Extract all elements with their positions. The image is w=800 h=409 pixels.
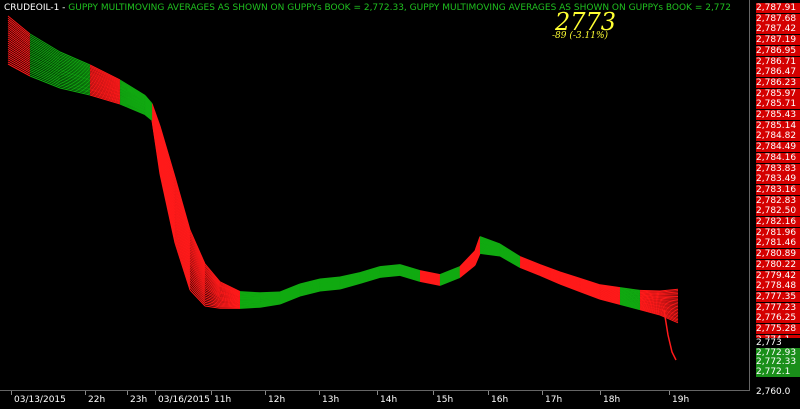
time-tick-mark [488, 391, 489, 395]
price-tick-label: 2,787.68 [756, 14, 800, 24]
chart-header: CRUDEOIL-1 - GUPPY MULTIMOVING AVERAGES … [4, 3, 731, 13]
time-tick-mark [265, 391, 266, 395]
price-tick-label: 2,786.47 [756, 67, 800, 77]
price-tick-label: 2,782.83 [756, 196, 800, 206]
price-tick-label: 2,780.89 [756, 249, 800, 259]
price-axis-bottom-label: 2,760.0 [756, 387, 790, 397]
time-tick-label: 11h [214, 395, 231, 405]
time-tick-mark [11, 391, 12, 395]
price-change-readout: -89 (-3.11%) [552, 31, 608, 41]
price-tick-label: 2,781.96 [756, 228, 800, 238]
guppy-ribbon-line [660, 294, 678, 295]
time-tick-mark [433, 391, 434, 395]
time-tick-label: 12h [268, 395, 285, 405]
price-tick-label: 2,783.16 [756, 185, 800, 195]
time-tick-label: 17h [545, 395, 562, 405]
time-tick-mark [669, 391, 670, 395]
time-tick-label: 15h [436, 395, 453, 405]
time-tick-label: 14h [380, 395, 397, 405]
price-tick-label: 2,782.16 [756, 217, 800, 227]
price-tick-label: 2,784.49 [756, 142, 800, 152]
price-tick-label: 2,785.14 [756, 121, 800, 131]
guppy-ribbon-plot [0, 0, 749, 390]
price-tick-label: 2,786.95 [756, 46, 800, 56]
price-tick-label: 2,779.42 [756, 271, 800, 281]
plot-area[interactable]: CRUDEOIL-1 - GUPPY MULTIMOVING AVERAGES … [0, 0, 750, 390]
time-tick-mark [155, 391, 156, 395]
price-tick-label: 2,784.16 [756, 153, 800, 163]
time-tick-label: 19h [672, 395, 689, 405]
header-separator: - [59, 3, 68, 13]
time-tick-label: 16h [491, 395, 508, 405]
time-tick-mark [542, 391, 543, 395]
guppy-ribbon-line [660, 297, 678, 298]
price-tick-label: 2,783.49 [756, 174, 800, 184]
price-tick-label: 2,781.46 [756, 238, 800, 248]
price-axis[interactable]: 2,787.912,787.682,787.422,787.192,786.95… [750, 0, 800, 408]
price-tick-label: 2,786.23 [756, 78, 800, 88]
price-tick-label: 2,786.71 [756, 57, 800, 67]
indicator-1-label: GUPPY MULTIMOVING AVERAGES AS SHOWN ON G… [68, 3, 407, 13]
current-price-label: 2,773 [756, 338, 800, 348]
price-tick-label: 2,785.43 [756, 110, 800, 120]
time-tick-mark [211, 391, 212, 395]
price-tick-label: 2,775.28 [756, 324, 800, 334]
price-tick-label: 2,780.22 [756, 260, 800, 270]
time-tick-label: 13h [322, 395, 339, 405]
time-tick-label: 18h [603, 395, 620, 405]
price-tick-label: 2,785.71 [756, 99, 800, 109]
chart-window[interactable]: CRUDEOIL-1 - GUPPY MULTIMOVING AVERAGES … [0, 0, 800, 408]
price-tick-label: 2,783.83 [756, 164, 800, 174]
price-tick-label: 2,782.50 [756, 206, 800, 216]
guppy-ribbon-line [220, 307, 240, 308]
price-tick-label: 2,787.91 [756, 3, 800, 13]
time-tick-mark [377, 391, 378, 395]
time-tick-mark [319, 391, 320, 395]
current-price-label: 2,772.1 [756, 367, 800, 377]
time-tick-label: 03/13/2015 [14, 395, 66, 405]
price-tick-label: 2,784.82 [756, 131, 800, 141]
price-tick-label: 2,787.19 [756, 35, 800, 45]
time-tick-mark [127, 391, 128, 395]
price-tick-label: 2,777.35 [756, 292, 800, 302]
time-tick-label: 22h [88, 395, 105, 405]
price-tick-label: 2,777.23 [756, 303, 800, 313]
price-tick-label: 2,778.48 [756, 281, 800, 291]
price-tick-label: 2,787.42 [756, 24, 800, 34]
symbol-label[interactable]: CRUDEOIL-1 [4, 3, 59, 13]
price-tick-label: 2,785.97 [756, 89, 800, 99]
current-price-label: 2,772.33 [756, 357, 800, 367]
time-tick-label: 23h [130, 395, 147, 405]
time-tick-label: 03/16/2015 [158, 395, 210, 405]
time-tick-mark [600, 391, 601, 395]
time-tick-mark [85, 391, 86, 395]
price-tick-label: 2,776.25 [756, 313, 800, 323]
time-axis[interactable]: 03/13/2015 22h 23h 03/16/2015 11h 12h 13h 14h 15… [0, 390, 750, 409]
